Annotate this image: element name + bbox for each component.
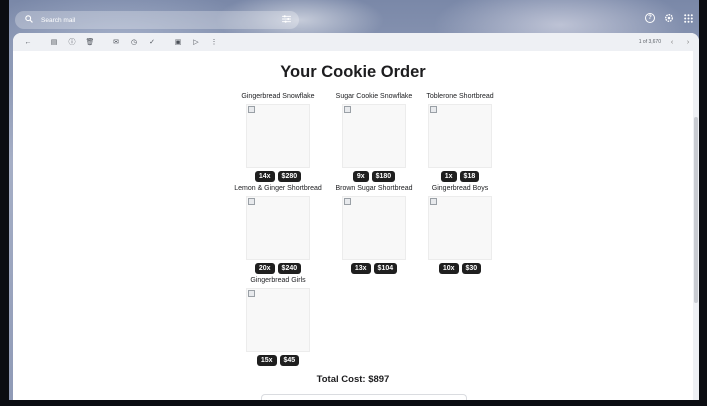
window-edge-right [699,0,707,406]
item-image-broken-icon [342,104,406,168]
apps-grid-icon[interactable] [683,13,693,23]
quantity-badge: 15x [256,355,277,366]
order-item-card: Gingerbread Girls 15x $45 [226,276,330,366]
older-chevron-icon[interactable]: › [683,39,693,46]
order-item-card: Lemon & Ginger Shortbread 20x $240 [226,184,330,274]
item-image-broken-icon [428,104,492,168]
email-title: Your Cookie Order [280,63,426,81]
item-image-broken-icon [246,196,310,260]
quantity-badge: 1x [440,171,457,182]
search-input[interactable]: Search mail [41,17,276,24]
price-badge: $45 [279,355,300,366]
search-icon[interactable] [23,15,35,25]
pager: 1 of 3,670 ‹ › [639,39,693,46]
add-task-icon[interactable]: ✓ [143,35,161,49]
back-arrow-icon[interactable]: ← [19,35,37,49]
report-spam-icon[interactable]: ⓘ [63,35,81,49]
message-toolbar: ← ▤ ⓘ 🗑 ✉ ◷ ✓ ▣ ▷ ⋮ 1 of 3,670 ‹ › [13,33,699,51]
mark-unread-icon[interactable]: ✉ [107,35,125,49]
item-image-broken-icon [428,196,492,260]
item-name: Gingerbread Boys [431,185,489,192]
item-image-broken-icon [342,196,406,260]
search-bar[interactable]: Search mail [15,11,299,29]
item-name: Gingerbread Snowflake [241,93,315,100]
order-item-card: Gingerbread Boys 10x $30 [408,184,512,274]
move-to-icon[interactable]: ▣ [169,35,187,49]
snooze-icon[interactable]: ◷ [125,35,143,49]
price-badge: $30 [461,263,482,274]
quantity-badge: 13x [350,263,371,274]
item-image-broken-icon [246,288,310,352]
item-name: Gingerbread Girls [250,277,306,284]
price-badge: $180 [371,171,396,182]
label-icon[interactable]: ▷ [187,35,205,49]
settings-gear-icon[interactable] [664,13,674,23]
quantity-badge: 20x [254,263,275,274]
order-item-card: Gingerbread Snowflake 14x $280 [226,92,330,182]
email-body: Your Cookie Order Gingerbread Snowflake … [13,51,693,400]
total-cost: Total Cost: $897 [316,374,390,385]
pager-count: 1 of 3,670 [638,39,661,45]
scrollbar-thumb[interactable] [694,117,698,303]
window-edge-bottom [0,400,707,406]
price-badge: $104 [373,263,398,274]
price-badge: $18 [459,171,480,182]
mail-pane: ← ▤ ⓘ 🗑 ✉ ◷ ✓ ▣ ▷ ⋮ 1 of 3,670 ‹ › Your … [13,33,699,400]
quantity-badge: 10x [438,263,459,274]
item-name: Lemon & Ginger Shortbread [234,185,322,192]
item-image-broken-icon [246,104,310,168]
more-options-icon[interactable]: ⋮ [205,35,223,49]
scrollbar[interactable] [693,51,699,400]
search-options-icon[interactable] [282,15,291,25]
quantity-badge: 9x [352,171,369,182]
help-icon[interactable]: ? [645,13,655,23]
price-badge: $240 [277,263,302,274]
next-section-box [261,394,467,400]
order-item-card: Toblerone Shortbread 1x $18 [408,92,512,182]
header-actions: ? [645,13,693,23]
quantity-badge: 14x [254,171,275,182]
window-edge-left [0,0,9,406]
archive-icon[interactable]: ▤ [45,35,63,49]
item-name: Toblerone Shortbread [426,93,494,100]
price-badge: $280 [277,171,302,182]
newer-chevron-icon[interactable]: ‹ [667,39,677,46]
delete-icon[interactable]: 🗑 [81,35,99,49]
